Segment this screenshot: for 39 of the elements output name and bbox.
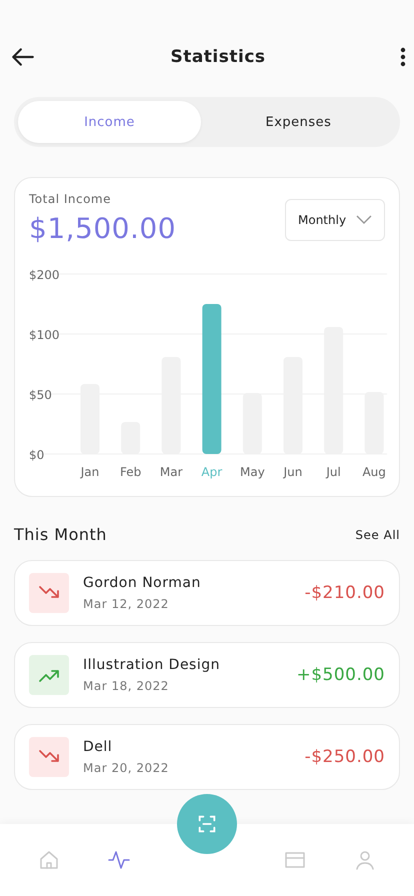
transaction-date: Mar 20, 2022 xyxy=(83,761,170,775)
transaction-name: Illustration Design xyxy=(83,657,222,673)
trend-down-icon xyxy=(29,737,69,777)
bar[interactable] xyxy=(202,304,222,454)
transaction-name: Gordon Norman xyxy=(83,575,202,591)
chevron-down-icon xyxy=(356,215,372,225)
trend-down-icon xyxy=(29,573,69,613)
x-axis-label: Apr xyxy=(201,465,222,479)
x-axis-label: Feb xyxy=(120,465,142,479)
see-all-link[interactable]: See All xyxy=(355,528,400,542)
transaction-date: Mar 18, 2022 xyxy=(83,679,170,693)
y-axis-label: $0 xyxy=(29,448,44,462)
x-axis-label: Jun xyxy=(284,465,302,479)
transaction-amount: -$250.00 xyxy=(304,747,385,767)
tab[interactable]: Expenses xyxy=(207,101,390,143)
y-axis-label: $200 xyxy=(29,268,60,282)
period-dropdown[interactable]: Monthly xyxy=(285,199,385,241)
page-title: Statistics xyxy=(170,47,266,67)
total-amount: $1,500.00 xyxy=(29,212,176,245)
transaction-amount: +$500.00 xyxy=(296,665,385,685)
x-axis-label: May xyxy=(240,465,265,479)
x-axis-label: Jan xyxy=(80,465,100,479)
y-axis-label: $50 xyxy=(29,388,52,402)
x-axis-label: Jul xyxy=(326,465,341,479)
trend-up-icon xyxy=(29,655,69,695)
y-axis-label: $100 xyxy=(29,328,60,342)
transaction-name: Dell xyxy=(83,739,114,755)
section-title: This Month xyxy=(14,525,107,544)
transaction-amount: -$210.00 xyxy=(304,583,385,603)
transaction-card[interactable]: Gordon Norman Mar 12, 2022 -$210.00 xyxy=(14,560,400,626)
total-label: Total Income xyxy=(29,192,112,206)
x-axis-label: Mar xyxy=(160,465,183,479)
more-icon[interactable] xyxy=(400,47,406,67)
x-axis-label: Aug xyxy=(362,465,386,479)
tab[interactable]: Income xyxy=(18,101,201,143)
transaction-card[interactable]: Illustration Design Mar 18, 2022 +$500.00 xyxy=(14,642,400,708)
transaction-date: Mar 12, 2022 xyxy=(83,597,170,611)
scan-icon xyxy=(196,813,218,835)
transaction-card[interactable]: Dell Mar 20, 2022 -$250.00 xyxy=(14,724,400,790)
